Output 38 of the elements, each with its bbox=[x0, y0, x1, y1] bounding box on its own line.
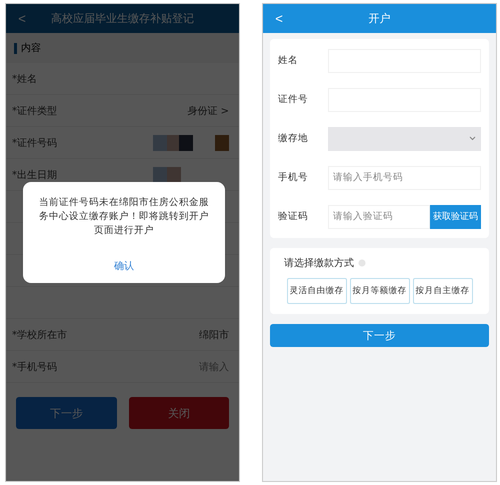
field-label: *姓名 bbox=[12, 72, 37, 86]
header-title: 开户 bbox=[368, 11, 392, 26]
form-row[interactable]: *姓名 bbox=[6, 63, 239, 95]
dialog-message: 当前证件号码未在绵阳市住房公积金服务中心设立缴存账户！即将跳转到开户页面进行开户 bbox=[38, 196, 210, 238]
field-label: 手机号 bbox=[278, 171, 309, 184]
back-button[interactable]: < bbox=[271, 11, 287, 26]
confirm-button[interactable]: 确认 bbox=[104, 259, 144, 283]
get-code-button[interactable]: 获取验证码 bbox=[430, 204, 481, 228]
field-value: 绵阳市 bbox=[199, 328, 229, 342]
info-icon bbox=[358, 259, 366, 267]
input-field[interactable]: 请输入验证码 bbox=[328, 204, 430, 228]
section-title: 内容 bbox=[21, 42, 41, 55]
field-label: *出生日期 bbox=[12, 168, 57, 182]
field-label: 姓名 bbox=[278, 54, 299, 67]
field-label: *手机号码 bbox=[12, 360, 57, 374]
back-button[interactable]: < bbox=[14, 11, 30, 26]
field-label: 证件号 bbox=[278, 93, 309, 106]
form-row[interactable]: *学校所在市 绵阳市 bbox=[6, 319, 239, 351]
field-value: 身份证 > bbox=[187, 104, 229, 118]
field-label: *证件号码 bbox=[12, 136, 57, 150]
field-label: *证件类型 bbox=[12, 104, 57, 118]
payment-title: 请选择缴款方式 bbox=[284, 256, 354, 270]
select-field[interactable] bbox=[328, 126, 481, 150]
payment-option[interactable]: 灵活自由缴存 bbox=[286, 278, 346, 304]
form-row[interactable]: *证件类型 身份证 > bbox=[6, 95, 239, 127]
header-title: 高校应届毕业生缴存补贴登记 bbox=[50, 11, 195, 26]
next-button[interactable]: 下一步 bbox=[16, 397, 116, 429]
chevron-down-icon bbox=[469, 136, 476, 141]
redaction-drawing bbox=[153, 166, 181, 182]
input-field[interactable]: 请输入手机号码 bbox=[328, 166, 481, 190]
payment-option[interactable]: 按月自主缴存 bbox=[412, 278, 472, 304]
payment-option[interactable]: 按月等额缴存 bbox=[350, 278, 410, 304]
next-button[interactable]: 下一步 bbox=[270, 324, 489, 347]
form-row[interactable]: *证件号码 bbox=[6, 127, 239, 159]
close-button[interactable]: 关闭 bbox=[128, 397, 229, 429]
field-label: 验证码 bbox=[278, 210, 309, 223]
field-label: 缴存地 bbox=[278, 132, 309, 145]
field-label: *学校所在市 bbox=[12, 328, 67, 342]
